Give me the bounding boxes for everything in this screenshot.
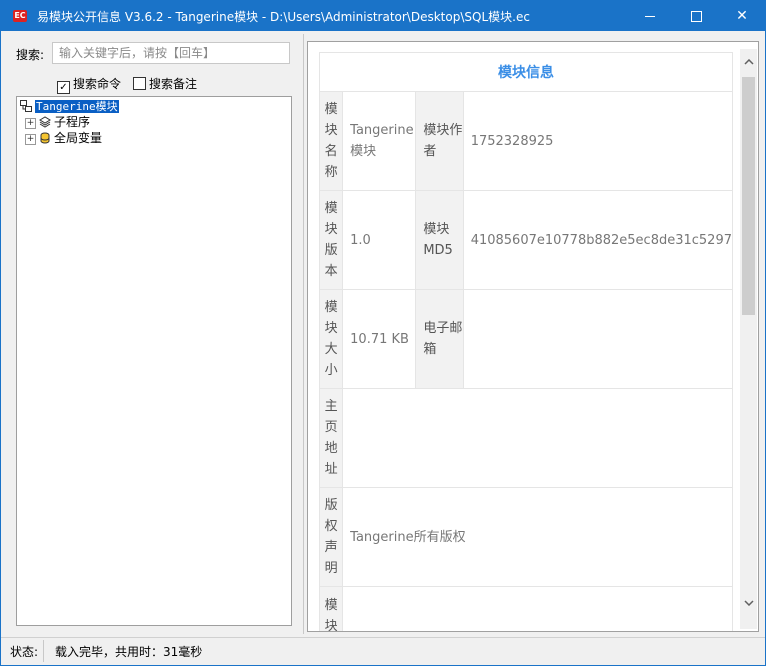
value-module-version: 1.0 xyxy=(342,190,417,290)
label-module-name: 模块名称 xyxy=(318,91,344,191)
table-row: 模块 xyxy=(318,586,733,631)
tree-item-label: 子程序 xyxy=(54,115,91,129)
checkbox-unchecked-icon[interactable] xyxy=(133,77,146,90)
tree-root-label[interactable]: Tangerine模块 xyxy=(35,100,119,113)
search-commands-checkbox[interactable]: ✓ 搜索命令 xyxy=(57,75,122,94)
search-commands-label: 搜索命令 xyxy=(73,77,122,91)
tree-item-subroutines[interactable]: + 子程序 xyxy=(25,114,90,130)
search-notes-checkbox[interactable]: 搜索备注 xyxy=(133,75,198,91)
value-module-md5: 41085607e10778b882e5ec8de31c5297 xyxy=(462,190,734,290)
search-notes-label: 搜索备注 xyxy=(149,77,198,91)
expand-icon[interactable]: + xyxy=(25,118,36,129)
scroll-up-icon[interactable] xyxy=(740,53,757,70)
module-info-table: 模块信息 模块名称 Tangerine模块 模块作者 1752328925 模块… xyxy=(318,52,734,631)
table-row: 模块大小 10.71 KB 电子邮箱 xyxy=(318,289,734,389)
module-icon xyxy=(20,100,32,112)
window-title: 易模块公开信息 V3.6.2 - Tangerine模块 - D:\Users\… xyxy=(37,10,530,24)
table-row: 模块名称 Tangerine模块 模块作者 1752328925 xyxy=(318,91,734,191)
status-divider xyxy=(43,640,44,662)
label-email: 电子邮箱 xyxy=(415,289,464,389)
search-input[interactable] xyxy=(52,42,290,64)
global-variable-icon xyxy=(40,132,50,144)
value-module-more xyxy=(342,586,733,631)
tree-item-label: 全局变量 xyxy=(54,131,103,145)
tree-item-globals[interactable]: + 全局变量 xyxy=(25,130,102,146)
status-text: 载入完毕，共用时：31毫秒 xyxy=(55,645,203,659)
vertical-scrollbar[interactable] xyxy=(740,49,757,629)
maximize-icon xyxy=(690,10,702,22)
minimize-button[interactable] xyxy=(627,1,673,31)
checkbox-checked-icon[interactable]: ✓ xyxy=(57,81,70,94)
value-module-name: Tangerine模块 xyxy=(342,91,417,191)
subroutine-icon xyxy=(39,116,51,128)
table-row: 版权声明 Tangerine所有版权 xyxy=(318,487,733,587)
label-module-version: 模块版本 xyxy=(318,190,344,290)
value-email xyxy=(462,289,734,389)
value-copyright: Tangerine所有版权 xyxy=(342,487,733,587)
value-homepage xyxy=(342,388,733,488)
minimize-icon xyxy=(645,15,655,17)
value-module-size: 10.71 KB xyxy=(342,289,417,389)
close-icon: ✕ xyxy=(736,8,748,24)
module-tree[interactable]: Tangerine模块 + 子程序 + 全局变量 xyxy=(16,96,292,626)
label-module-size: 模块大小 xyxy=(318,289,344,389)
search-label: 搜索: xyxy=(16,48,45,62)
label-module-more: 模块 xyxy=(318,586,344,631)
status-bar: 状态: 载入完毕，共用时：31毫秒 xyxy=(1,637,765,665)
module-info-panel: 模块信息 模块名称 Tangerine模块 模块作者 1752328925 模块… xyxy=(307,41,759,632)
app-window: EC 易模块公开信息 V3.6.2 - Tangerine模块 - D:\Use… xyxy=(0,0,766,666)
title-bar[interactable]: EC 易模块公开信息 V3.6.2 - Tangerine模块 - D:\Use… xyxy=(1,1,765,31)
app-icon: EC xyxy=(13,10,27,22)
value-module-author: 1752328925 xyxy=(462,91,734,191)
label-homepage: 主页地址 xyxy=(318,388,344,488)
expand-icon[interactable]: + xyxy=(25,134,36,145)
table-row: 主页地址 xyxy=(318,388,733,488)
scroll-down-icon[interactable] xyxy=(740,594,757,611)
info-header: 模块信息 xyxy=(319,52,733,92)
tree-root[interactable]: Tangerine模块 xyxy=(20,98,119,114)
table-row: 模块版本 1.0 模块MD5 41085607e10778b882e5ec8de… xyxy=(318,190,734,290)
label-copyright: 版权声明 xyxy=(318,487,344,587)
label-module-md5: 模块MD5 xyxy=(415,190,464,290)
maximize-button[interactable] xyxy=(673,1,719,31)
scrollbar-thumb[interactable] xyxy=(742,77,755,315)
close-button[interactable]: ✕ xyxy=(719,1,765,31)
label-module-author: 模块作者 xyxy=(415,91,464,191)
status-label: 状态: xyxy=(10,645,39,659)
pane-splitter[interactable] xyxy=(303,34,304,634)
